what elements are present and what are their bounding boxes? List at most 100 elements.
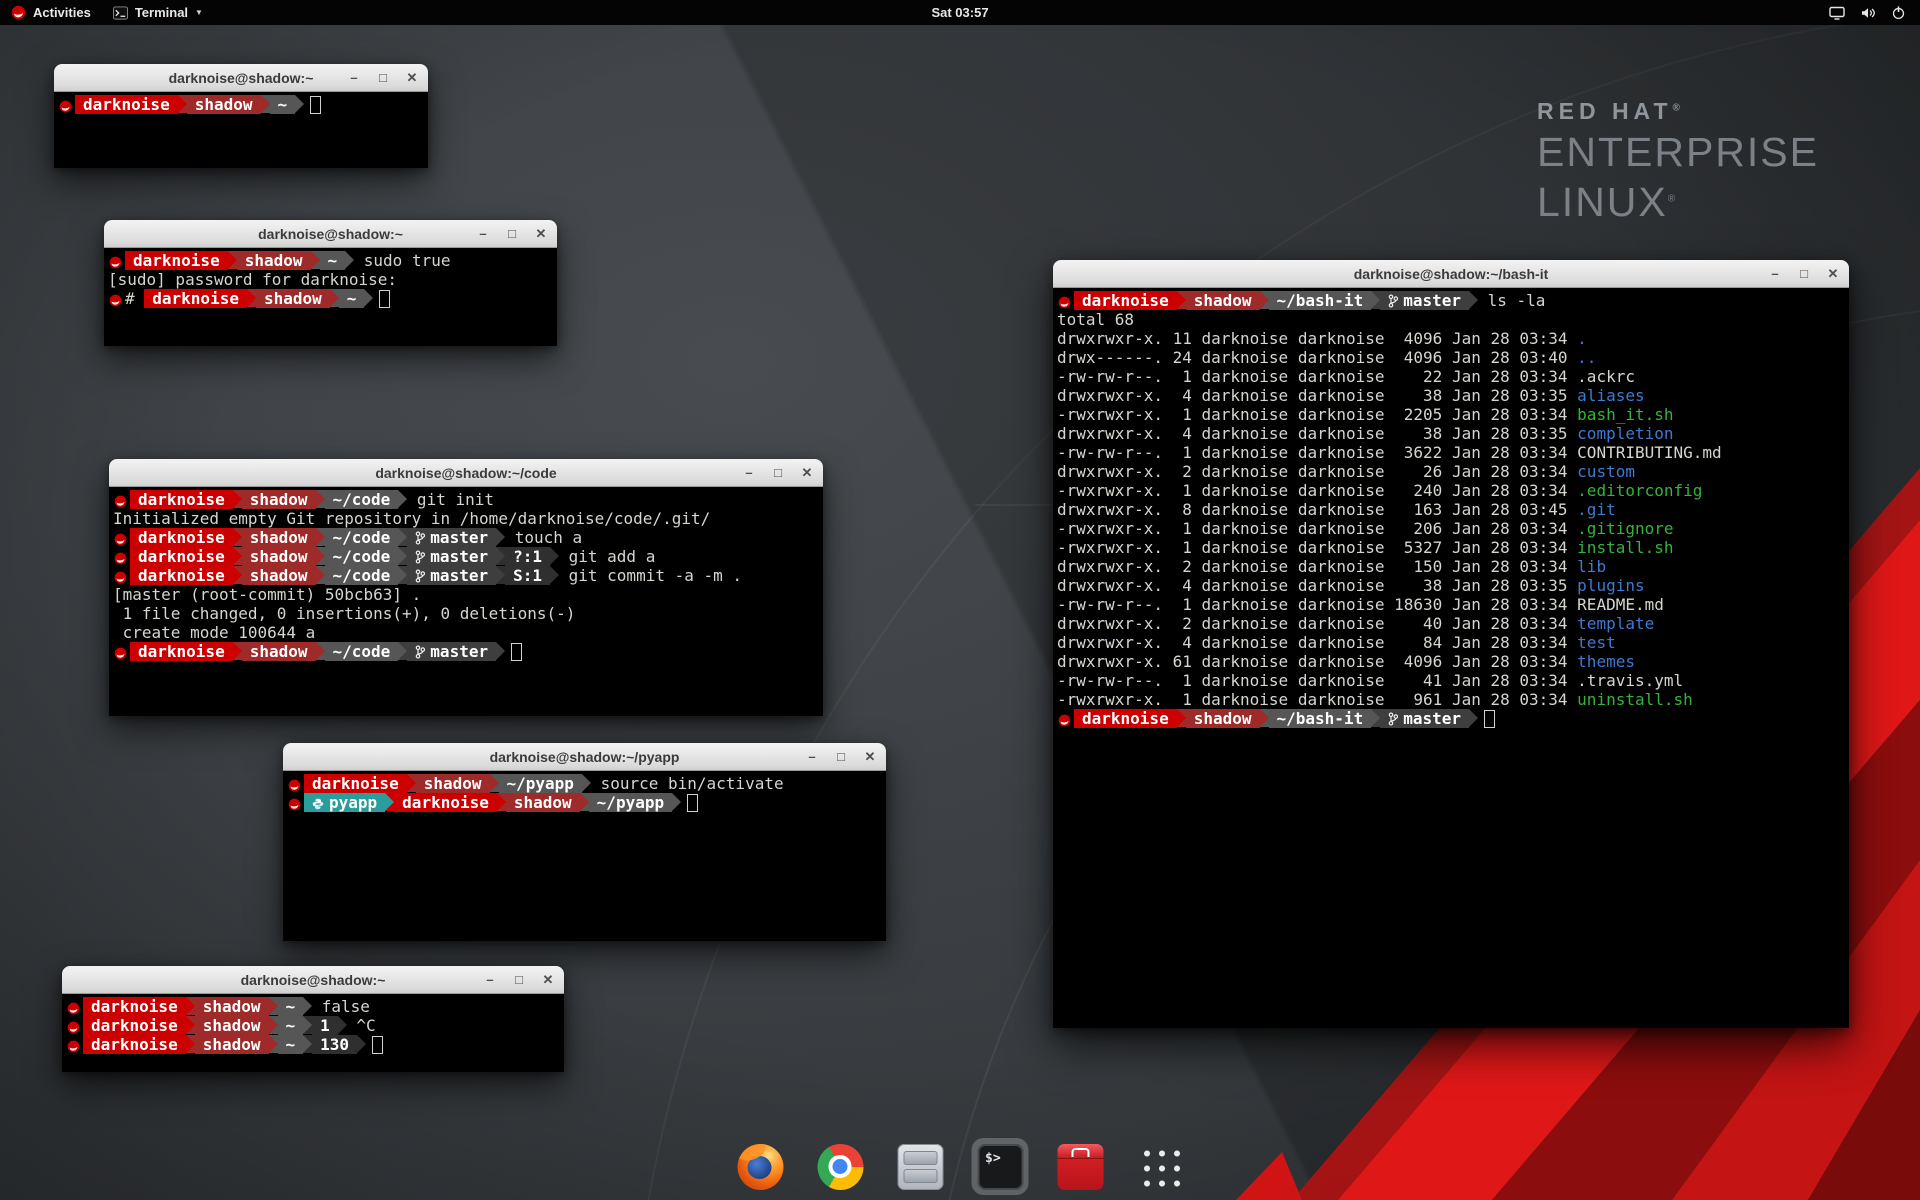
powerline-separator bbox=[364, 289, 373, 307]
prompt-segment-host: shadow bbox=[416, 774, 490, 793]
terminal-line: [master (root-commit) 50bcb63] . bbox=[113, 585, 819, 604]
terminal-line: drwxrwxr-x. 2 darknoise darknoise 150 Ja… bbox=[1057, 557, 1845, 576]
minimize-button[interactable]: – bbox=[483, 973, 497, 986]
system-status-area[interactable] bbox=[1829, 0, 1920, 25]
prompt-segment-user: darknoise bbox=[1074, 709, 1177, 728]
git-branch-icon bbox=[415, 528, 425, 547]
terminal-text: lib bbox=[1577, 557, 1606, 576]
activities-label: Activities bbox=[33, 5, 91, 20]
prompt-segment-git: master bbox=[1380, 291, 1469, 310]
powerline-separator bbox=[303, 997, 312, 1015]
prompt-segment-path: ~ bbox=[278, 997, 304, 1016]
top-bar-left: Activities Terminal ▼ bbox=[0, 0, 214, 25]
titlebar[interactable]: darknoise@shadow:~ – □ ✕ bbox=[62, 966, 564, 994]
powerline-separator bbox=[186, 997, 195, 1015]
terminal-text: drwxrwxr-x. 2 darknoise darknoise 26 Jan… bbox=[1057, 462, 1577, 481]
terminal-text: themes bbox=[1577, 652, 1635, 671]
maximize-button[interactable]: □ bbox=[376, 71, 390, 84]
close-button[interactable]: ✕ bbox=[1826, 267, 1840, 280]
dock-toolbox[interactable] bbox=[1052, 1138, 1109, 1195]
powerline-separator bbox=[295, 95, 304, 113]
terminal-body[interactable]: darknoiseshadow~ falsedarknoiseshadow~1 … bbox=[62, 994, 564, 1072]
terminal-text: drwxrwxr-x. 11 darknoise darknoise 4096 … bbox=[1057, 329, 1577, 348]
prompt-segment-host: shadow bbox=[237, 251, 311, 270]
terminal-text: touch a bbox=[505, 528, 582, 547]
terminal-body[interactable]: darknoiseshadow~/bash-itmaster ls -latot… bbox=[1053, 288, 1849, 1028]
terminal-text: drwx------. 24 darknoise darknoise 4096 … bbox=[1057, 348, 1577, 367]
redhat-prompt-icon bbox=[113, 490, 130, 509]
terminal-line: -rwxrwxr-x. 1 darknoise darknoise 2205 J… bbox=[1057, 405, 1845, 424]
titlebar[interactable]: darknoise@shadow:~ – □ ✕ bbox=[104, 220, 557, 248]
redhat-prompt-icon bbox=[66, 1035, 83, 1054]
terminal-line: darknoiseshadow~ false bbox=[66, 997, 560, 1016]
maximize-button[interactable]: □ bbox=[771, 466, 785, 479]
powerline-separator bbox=[398, 528, 407, 546]
close-button[interactable]: ✕ bbox=[800, 466, 814, 479]
powerline-separator bbox=[345, 251, 354, 269]
terminal-cursor bbox=[379, 290, 390, 308]
titlebar[interactable]: darknoise@shadow:~/pyapp – □ ✕ bbox=[283, 743, 886, 771]
dock-show-applications[interactable] bbox=[1132, 1138, 1189, 1195]
dock-chrome[interactable] bbox=[812, 1138, 869, 1195]
terminal-line: drwxrwxr-x. 4 darknoise darknoise 38 Jan… bbox=[1057, 386, 1845, 405]
redhat-prompt-icon bbox=[108, 289, 125, 308]
terminal-line: darknoiseshadow~ bbox=[58, 95, 424, 114]
powerline-separator bbox=[357, 1035, 366, 1053]
clock[interactable]: Sat 03:57 bbox=[931, 5, 988, 20]
dock-terminal[interactable] bbox=[972, 1138, 1029, 1195]
prompt-segment-path: ~ bbox=[278, 1035, 304, 1054]
titlebar[interactable]: darknoise@shadow:~/code – □ ✕ bbox=[109, 459, 823, 487]
redhat-prompt-icon bbox=[66, 997, 83, 1016]
close-button[interactable]: ✕ bbox=[405, 71, 419, 84]
dock-firefox[interactable] bbox=[732, 1138, 789, 1195]
app-menu-terminal[interactable]: Terminal ▼ bbox=[102, 0, 214, 25]
close-button[interactable]: ✕ bbox=[541, 973, 555, 986]
maximize-button[interactable]: □ bbox=[834, 750, 848, 763]
prompt-segment-venv: pyapp bbox=[304, 793, 385, 812]
terminal-text: drwxrwxr-x. 61 darknoise darknoise 4096 … bbox=[1057, 652, 1577, 671]
terminal-text: .ackrc bbox=[1577, 367, 1635, 386]
python-icon bbox=[312, 793, 324, 812]
registered-mark: ® bbox=[1673, 102, 1685, 113]
titlebar[interactable]: darknoise@shadow:~ – □ ✕ bbox=[54, 64, 428, 92]
rhel-brand-logo: RED HAT® ENTERPRISE LINUX® bbox=[1537, 100, 1819, 223]
app-menu-label: Terminal bbox=[135, 5, 188, 20]
minimize-button[interactable]: – bbox=[347, 71, 361, 84]
prompt-segment-host: shadow bbox=[242, 490, 316, 509]
prompt-segment-status: 1 bbox=[312, 1016, 338, 1035]
close-button[interactable]: ✕ bbox=[863, 750, 877, 763]
minimize-button[interactable]: – bbox=[1768, 267, 1782, 280]
close-button[interactable]: ✕ bbox=[534, 227, 548, 240]
minimize-button[interactable]: – bbox=[742, 466, 756, 479]
terminal-line: -rwxrwxr-x. 1 darknoise darknoise 5327 J… bbox=[1057, 538, 1845, 557]
titlebar[interactable]: darknoise@shadow:~/bash-it – □ ✕ bbox=[1053, 260, 1849, 288]
minimize-button[interactable]: – bbox=[476, 227, 490, 240]
powerline-separator bbox=[1260, 291, 1269, 309]
terminal-text: -rw-rw-r--. 1 darknoise darknoise 41 Jan… bbox=[1057, 671, 1577, 690]
activities-button[interactable]: Activities bbox=[0, 0, 102, 25]
powerline-separator bbox=[550, 566, 559, 584]
maximize-button[interactable]: □ bbox=[1797, 267, 1811, 280]
powerline-separator bbox=[228, 251, 237, 269]
toolbox-icon bbox=[1057, 1144, 1103, 1190]
prompt-segment-path: ~ bbox=[270, 95, 296, 114]
prompt-segment-path: ~/pyapp bbox=[589, 793, 672, 812]
firefox-icon bbox=[737, 1144, 783, 1190]
terminal-body[interactable]: darknoiseshadow~/pyapp source bin/activa… bbox=[283, 771, 886, 941]
terminal-text: .travis.yml bbox=[1577, 671, 1683, 690]
terminal-body[interactable]: darknoiseshadow~ sudo true[sudo] passwor… bbox=[104, 248, 557, 346]
prompt-segment-user: darknoise bbox=[304, 774, 407, 793]
powerline-separator bbox=[303, 1035, 312, 1053]
dock-file-manager[interactable] bbox=[892, 1138, 949, 1195]
git-branch-icon bbox=[415, 566, 425, 585]
minimize-button[interactable]: – bbox=[805, 750, 819, 763]
maximize-button[interactable]: □ bbox=[505, 227, 519, 240]
terminal-body[interactable]: darknoiseshadow~/code git initInitialize… bbox=[109, 487, 823, 716]
powerline-separator bbox=[269, 1016, 278, 1034]
prompt-segment-path: ~ bbox=[320, 251, 346, 270]
maximize-button[interactable]: □ bbox=[512, 973, 526, 986]
terminal-line: create mode 100644 a bbox=[113, 623, 819, 642]
powerline-separator bbox=[490, 774, 499, 792]
terminal-body[interactable]: darknoiseshadow~ bbox=[54, 92, 428, 168]
terminal-line: drwx------. 24 darknoise darknoise 4096 … bbox=[1057, 348, 1845, 367]
